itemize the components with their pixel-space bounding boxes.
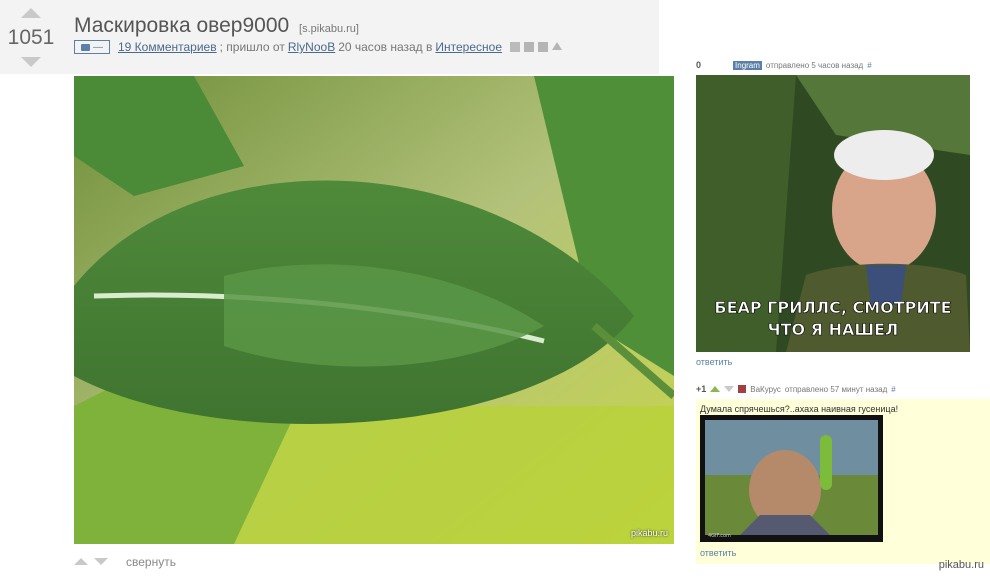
came-from-text: ; пришло от: [219, 40, 285, 54]
gif-caption: 4GIF.com: [708, 533, 731, 539]
save-icon[interactable]: [510, 42, 520, 52]
reply-link[interactable]: ответить: [700, 548, 736, 558]
comment-header: 0 Ingram отправлено 5 часов назад #: [696, 60, 872, 70]
share-icons: [510, 42, 562, 52]
downvote-arrow-icon[interactable]: [21, 57, 41, 67]
avatar: [738, 385, 747, 393]
comment-time: отправлено 57 минут назад: [784, 384, 888, 394]
comment-meme-image[interactable]: БЕАР ГРИЛЛС, СМОТРИТЕ ЧТО Я НАШЕЛ: [696, 75, 970, 352]
upvote-arrow-icon[interactable]: [710, 386, 721, 392]
footer-downvote-icon[interactable]: [94, 558, 108, 565]
author-link[interactable]: RlyNooB: [288, 40, 335, 54]
footer-votes: [74, 558, 108, 565]
category-link[interactable]: Интересное: [435, 40, 502, 54]
comment-permalink[interactable]: #: [891, 385, 895, 394]
comment-score: +1: [696, 384, 707, 394]
photo-badge-text: —: [93, 41, 103, 53]
comment-author[interactable]: Ingram: [733, 60, 762, 70]
post-rating: 1051: [7, 26, 55, 49]
comment-body-highlighted: Думала спрячешься?..ахаха наивная гусени…: [696, 399, 990, 564]
post-image-caterpillar[interactable]: pikabu.ru: [74, 76, 674, 544]
footer-upvote-icon[interactable]: [74, 558, 88, 565]
comment-score: 0: [696, 60, 702, 70]
meme-text-line1: БЕАР ГРИЛЛС, СМОТРИТЕ: [714, 298, 951, 317]
collapse-link[interactable]: свернуть: [126, 555, 176, 569]
vote-arrows-icon[interactable]: [705, 62, 729, 68]
comment-text: Думала спрячешься?..ахаха наивная гусени…: [700, 404, 899, 414]
camera-icon: [81, 43, 90, 51]
comment-author[interactable]: ВаКурус: [750, 385, 781, 394]
image-watermark: pikabu.ru: [630, 528, 668, 538]
post-source: [s.pikabu.ru]: [299, 23, 359, 35]
reply-link[interactable]: ответить: [696, 357, 732, 367]
comment-time: отправлено 5 часов назад: [765, 60, 864, 70]
photo-badge[interactable]: —: [74, 40, 110, 54]
post-title-text[interactable]: Маскировка овер9000: [74, 14, 289, 37]
post-meta: — 19 Комментариев ; пришло от RlyNooB 20…: [74, 40, 562, 54]
downvote-arrow-icon[interactable]: [724, 386, 735, 392]
bear-grylls-photo: 4GIF.com: [700, 415, 883, 542]
meme-text-line2: ЧТО Я НАШЕЛ: [768, 320, 899, 339]
comments-link[interactable]: 19 Комментариев: [118, 40, 217, 54]
twitter-icon[interactable]: [552, 42, 562, 50]
old-man-meme-photo: БЕАР ГРИЛЛС, СМОТРИТЕ ЧТО Я НАШЕЛ: [696, 75, 970, 352]
vk-icon[interactable]: [538, 42, 548, 52]
facebook-icon[interactable]: [524, 42, 534, 52]
time-text: 20 часов назад в: [338, 40, 433, 54]
upvote-arrow-icon[interactable]: [21, 8, 41, 18]
caterpillar-leaf-photo: [74, 76, 674, 544]
post-title[interactable]: Маскировка овер9000 [s.pikabu.ru]: [74, 14, 359, 38]
comment-permalink[interactable]: #: [867, 61, 871, 70]
comment-header: +1 ВаКурус отправлено 57 минут назад #: [696, 384, 896, 394]
site-watermark: pikabu.ru: [938, 559, 984, 571]
comment-gif-image[interactable]: 4GIF.com: [700, 415, 883, 542]
